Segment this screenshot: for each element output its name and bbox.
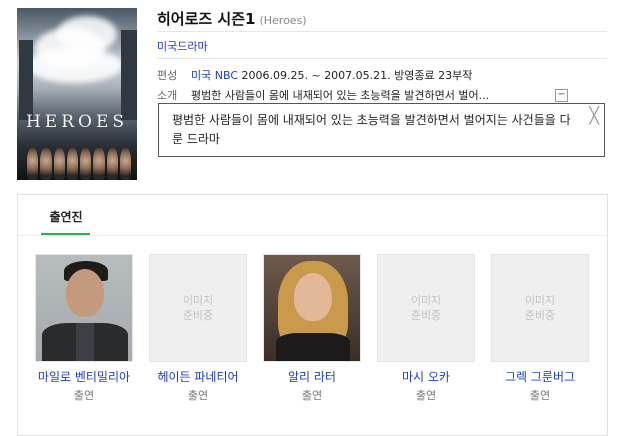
drama-poster[interactable]: HEROES [17, 8, 137, 180]
close-icon[interactable]: ╳ [589, 107, 599, 125]
cast-role: 출연 [187, 389, 209, 402]
cast-name[interactable]: 마일로 벤티밀리아 [35, 370, 133, 385]
summary-row: 소개 평범한 사람들이 몸에 내재되어 있는 초능력을 발견하면서 벌어... [157, 87, 543, 103]
cast-name[interactable]: 마시 오카 [377, 370, 475, 385]
placeholder-text: 이미지 준비중 [182, 294, 214, 322]
genre-link[interactable]: 미국드라마 [157, 38, 208, 54]
summary-collapse-button[interactable]: − [555, 89, 568, 102]
broadcast-status: 방영종료 23부작 [394, 69, 473, 82]
cast-member[interactable]: 이미지 준비중 헤이든 파네티어 출연 [149, 254, 247, 403]
summary-label: 소개 [157, 89, 178, 102]
cast-name[interactable]: 헤이든 파네티어 [149, 370, 247, 385]
cast-photo[interactable] [263, 254, 361, 362]
cast-photo-placeholder[interactable]: 이미지 준비중 [377, 254, 475, 362]
broadcast-period: 2006.09.25. ~ 2007.05.21. [241, 69, 391, 82]
cast-role: 출연 [415, 389, 437, 402]
cast-member[interactable]: 이미지 준비중 그렉 그룬버그 출연 [491, 254, 589, 403]
divider [157, 58, 607, 59]
cast-name[interactable]: 그렉 그룬버그 [491, 370, 589, 385]
tab-cast[interactable]: 출연진 [42, 208, 90, 225]
cast-photo-placeholder[interactable]: 이미지 준비중 [491, 254, 589, 362]
summary-popup: 평범한 사람들이 몸에 내재되어 있는 초능력을 발견하면서 벌어지는 사건들을… [158, 103, 605, 157]
cast-member[interactable]: 마일로 벤티밀리아 출연 [35, 254, 133, 403]
broadcast-row: 편성 미국 NBC 2006.09.25. ~ 2007.05.21. 방영종료 … [157, 67, 472, 83]
divider [18, 235, 607, 236]
placeholder-text: 이미지 준비중 [410, 294, 442, 322]
cast-role: 출연 [73, 389, 95, 402]
popup-summary-text: 평범한 사람들이 몸에 내재되어 있는 초능력을 발견하면서 벌어지는 사건들을… [172, 113, 571, 146]
divider [157, 31, 607, 32]
broadcaster-link[interactable]: 미국 NBC [191, 69, 238, 82]
placeholder-text: 이미지 준비중 [524, 294, 556, 322]
cast-member[interactable]: 이미지 준비중 마시 오카 출연 [377, 254, 475, 403]
cast-role: 출연 [529, 389, 551, 402]
cast-member[interactable]: 알리 라터 출연 [263, 254, 361, 403]
cast-role: 출연 [301, 389, 323, 402]
cast-section: 출연진 마일로 벤티밀리아 출연 이미지 준비중 헤이든 파네티어 출연 알리 … [17, 194, 608, 436]
poster-cast-faces [27, 148, 131, 180]
cast-photo-placeholder[interactable]: 이미지 준비중 [149, 254, 247, 362]
summary-text: 평범한 사람들이 몸에 내재되어 있는 초능력을 발견하면서 벌어... [191, 89, 490, 102]
poster-logo: HEROES [25, 112, 129, 132]
drama-title[interactable]: 히어로즈 시즌1 [157, 10, 255, 28]
title-row: 히어로즈 시즌1 (Heroes) [157, 8, 307, 28]
drama-title-en: (Heroes) [259, 14, 307, 27]
broadcast-label: 편성 [157, 69, 178, 82]
cast-name[interactable]: 알리 라터 [263, 370, 361, 385]
cast-photo[interactable] [35, 254, 133, 362]
